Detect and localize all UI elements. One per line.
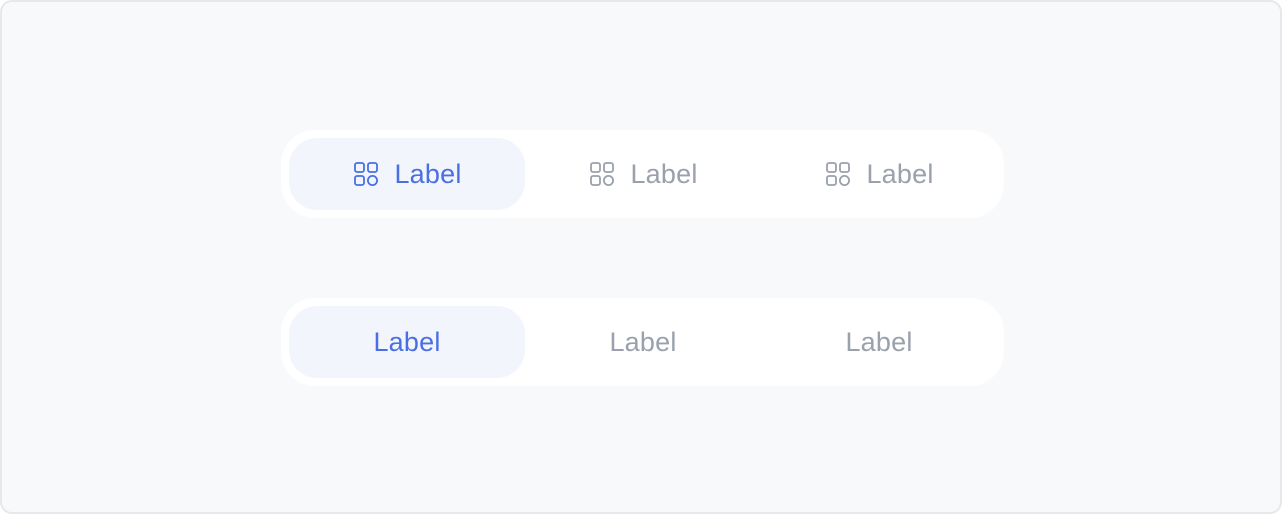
segment-label: Label (630, 158, 698, 189)
segment-tab-3[interactable]: Label (761, 138, 997, 210)
apps-grid-icon (352, 160, 380, 188)
segment-tab-2[interactable]: Label (525, 138, 761, 210)
segmented-control-with-icons: Label Label Label (281, 130, 1004, 218)
segment-tab-1[interactable]: Label (289, 306, 525, 378)
segment-label: Label (609, 326, 677, 357)
segment-label: Label (373, 326, 441, 357)
apps-grid-icon (588, 160, 616, 188)
segment-tab-1[interactable]: Label (289, 138, 525, 210)
segment-tab-3[interactable]: Label (761, 306, 997, 378)
segment-label: Label (394, 158, 462, 189)
segment-label: Label (845, 326, 913, 357)
segment-tab-2[interactable]: Label (525, 306, 761, 378)
segment-label: Label (866, 158, 934, 189)
component-canvas: Label Label Label Label Label Label (0, 0, 1282, 514)
segmented-control-text-only: Label Label Label (281, 298, 1004, 386)
apps-grid-icon (824, 160, 852, 188)
